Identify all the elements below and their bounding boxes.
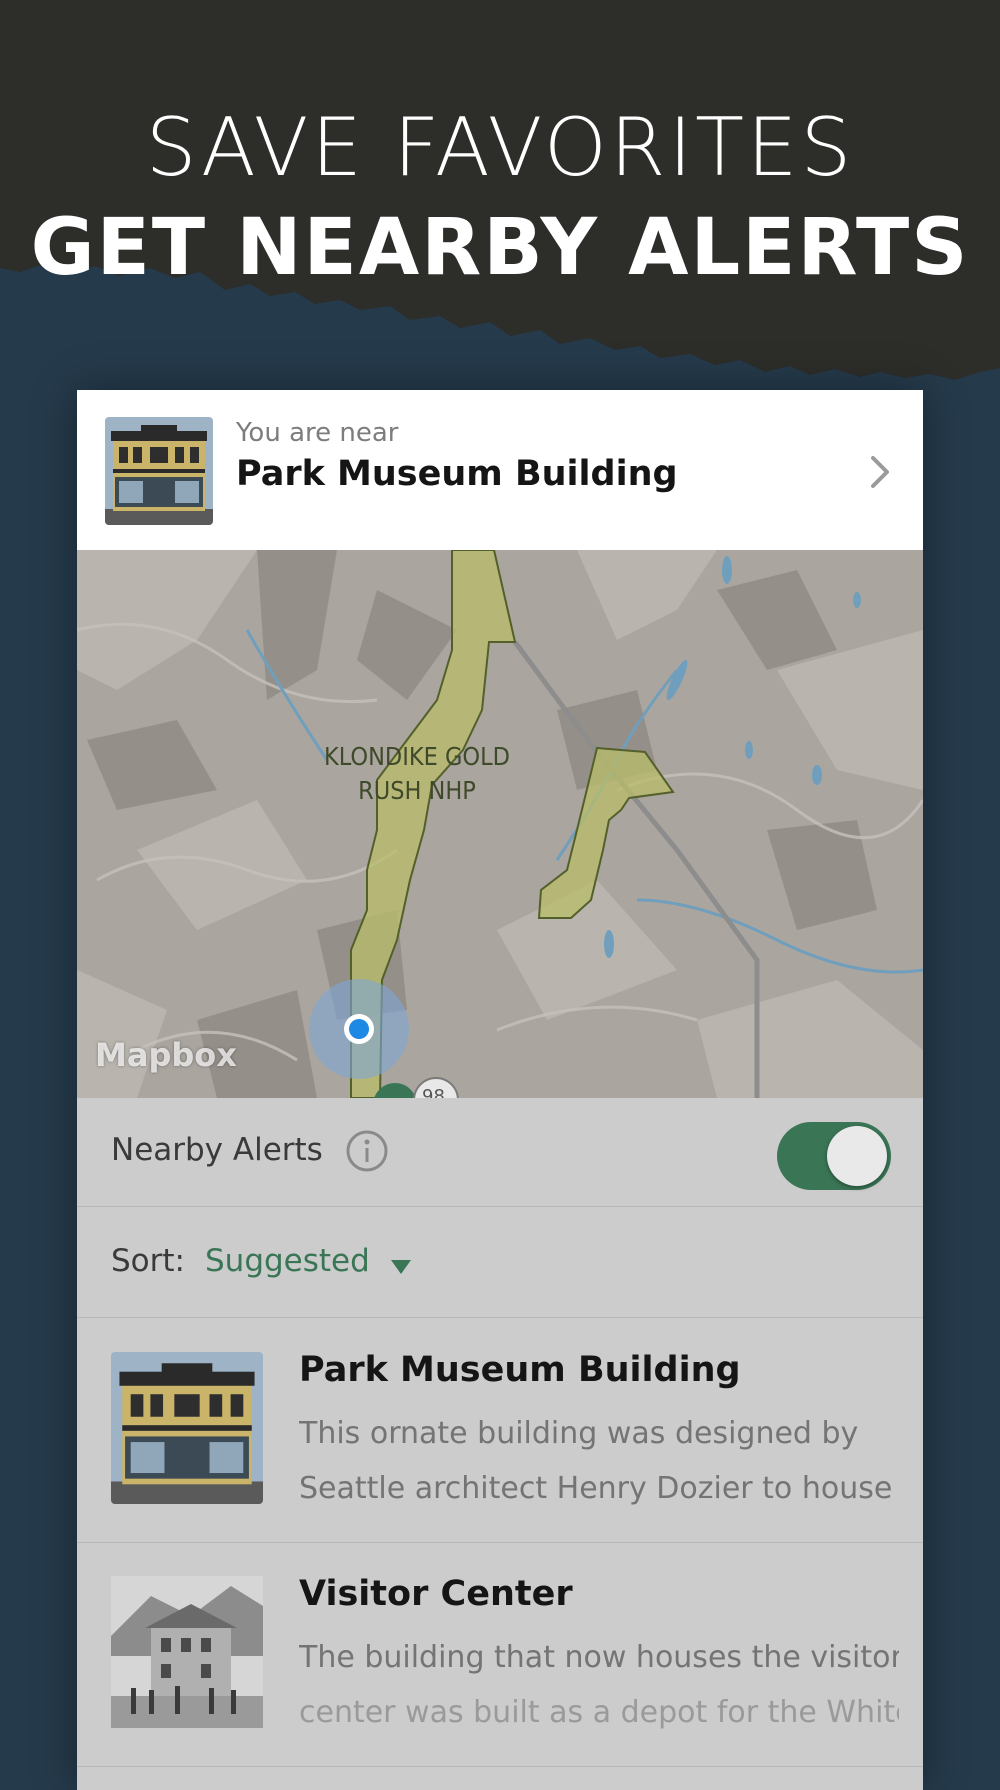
chevron-right-icon[interactable] <box>863 452 897 492</box>
nearby-alerts-row: Nearby Alerts <box>77 1098 923 1207</box>
item-title: Visitor Center <box>299 1574 573 1614</box>
map-terrain <box>77 550 923 1098</box>
caret-down-icon[interactable] <box>390 1259 412 1275</box>
map-view[interactable]: KLONDIKE GOLD RUSH NHP Mapbox 98 <box>77 550 923 1098</box>
nearby-place-card[interactable]: You are near Park Museum Building <box>77 390 923 550</box>
nearby-alerts-label: Nearby Alerts <box>111 1132 323 1168</box>
list-item[interactable]: Park Museum Building This ornate buildin… <box>77 1318 923 1543</box>
item-description: This ornate building was designed by Sea… <box>299 1416 893 1506</box>
near-place-title: Park Museum Building <box>236 454 678 494</box>
toggle-knob <box>827 1126 887 1186</box>
item-thumbnail <box>111 1576 263 1728</box>
item-description: The building that now houses the visitor… <box>299 1640 899 1730</box>
route-shield-label: 98 <box>422 1086 445 1098</box>
near-subtitle: You are near <box>236 418 399 448</box>
hero-banner: SAVE FAVORITES GET NEARBY ALERTS <box>0 0 1000 400</box>
item-title: Park Museum Building <box>299 1350 741 1390</box>
sort-row: Sort: Suggested <box>77 1207 923 1318</box>
park-label: KLONDIKE GOLD RUSH NHP <box>324 742 510 805</box>
user-location-dot <box>344 1014 374 1044</box>
hero-headline: SAVE FAVORITES <box>145 101 855 194</box>
sort-dropdown[interactable]: Suggested <box>205 1243 370 1279</box>
hero-subheadline: GET NEARBY ALERTS <box>30 203 970 293</box>
info-icon[interactable] <box>345 1129 389 1173</box>
mapbox-attribution-logo[interactable]: Mapbox <box>95 1036 237 1074</box>
sort-label: Sort: <box>111 1243 185 1279</box>
item-thumbnail <box>111 1352 263 1504</box>
place-thumbnail <box>105 417 213 525</box>
app-screen: You are near Park Museum Building KLONDI… <box>77 390 923 1790</box>
list-item[interactable]: Visitor Center The building that now hou… <box>77 1542 923 1767</box>
nearby-alerts-toggle[interactable] <box>777 1122 891 1190</box>
